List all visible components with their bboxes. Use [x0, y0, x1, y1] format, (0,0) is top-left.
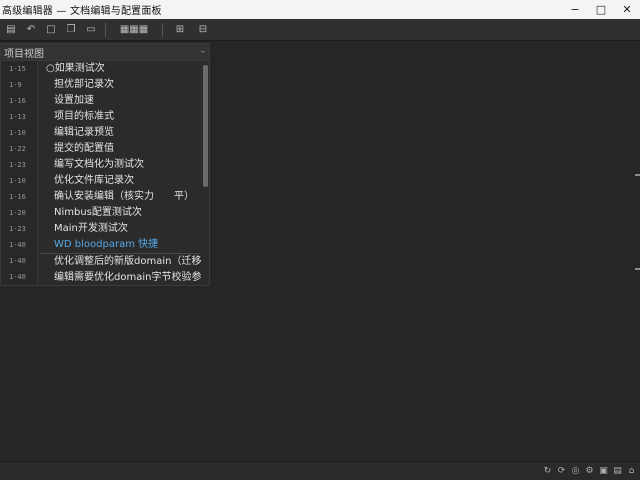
- list-item[interactable]: 优化文件库记录次: [39, 173, 201, 189]
- line-number: 1-22: [9, 145, 26, 153]
- item-list: ○如果测试次 担优部记录次 设置加速 项目的标准式 编辑记录预览 提交的配置值 …: [39, 61, 201, 285]
- splitter-marker: [635, 174, 640, 176]
- list-item[interactable]: 担优部记录次: [39, 77, 201, 93]
- line-number: 1-15: [9, 65, 26, 73]
- panel-title: 项目视图: [4, 48, 44, 60]
- line-number: 1-16: [9, 193, 26, 201]
- refresh-icon[interactable]: ⟳: [555, 465, 568, 478]
- panel-scrollbar[interactable]: [203, 65, 208, 187]
- toolbar-separator: [105, 22, 106, 37]
- line-number: 1-10: [9, 177, 26, 185]
- list-item[interactable]: 优化调整后的新版domain（迁移校验式 ）: [39, 253, 201, 270]
- toolbar: ▤ ↶ □ ❐ ▭ ▦▦▦ ⊞ ⊟: [0, 19, 640, 41]
- line-number: 1-40: [9, 273, 26, 281]
- list-item[interactable]: 编辑需要优化domain字节校验参数的: [39, 270, 201, 286]
- settings-icon[interactable]: ⚙: [583, 465, 596, 478]
- panel-collapse-button[interactable]: –: [201, 47, 206, 57]
- status-bar: ↻ ⟳ ◎ ⚙ ▣ ▤ ⌂: [0, 461, 640, 480]
- sync-icon[interactable]: ↻: [541, 465, 554, 478]
- title-bar: 高级编辑器 — 文档编辑与配置面板 − □ ✕: [0, 0, 640, 19]
- notification-icon[interactable]: ◎: [569, 465, 582, 478]
- close-button[interactable]: ✕: [614, 0, 640, 19]
- panel-body: 1-15 1-9 1-16 1-13 1-10 1-22 1-23 1-10 1…: [1, 61, 209, 285]
- panel-header: 项目视图 –: [1, 44, 209, 61]
- list-item-link[interactable]: WD bloodparam 快捷: [39, 237, 201, 253]
- line-number: 1-20: [9, 209, 26, 217]
- folder-icon[interactable]: ▣: [597, 465, 610, 478]
- window-icon[interactable]: ▭: [83, 22, 99, 38]
- panel-icon[interactable]: ▤: [3, 22, 19, 38]
- line-number: 1-40: [9, 257, 26, 265]
- toolbar-separator: [162, 22, 163, 37]
- list-item[interactable]: 提交的配置值: [39, 141, 201, 157]
- line-number: 1-13: [9, 113, 26, 121]
- line-number: 1-40: [9, 241, 26, 249]
- list-item[interactable]: 确认安装编辑（核实力 平）: [39, 189, 201, 205]
- list-item[interactable]: 设置加速: [39, 93, 201, 109]
- maximize-button[interactable]: □: [588, 0, 614, 19]
- line-number: 1-16: [9, 97, 26, 105]
- list-item[interactable]: ○如果测试次: [39, 61, 201, 77]
- splitter-marker: [635, 268, 640, 270]
- document-icon[interactable]: □: [43, 22, 59, 38]
- warning-icon[interactable]: ⌂: [625, 465, 638, 478]
- line-number-gutter: 1-15 1-9 1-16 1-13 1-10 1-22 1-23 1-10 1…: [1, 61, 38, 285]
- list-item[interactable]: 编辑记录预览: [39, 125, 201, 141]
- tools-icon[interactable]: ⊟: [195, 22, 211, 38]
- list-item[interactable]: Main开发测试次: [39, 221, 201, 237]
- line-number: 1-9: [9, 81, 22, 89]
- layout-icon[interactable]: ▤: [611, 465, 624, 478]
- window-controls: − □ ✕: [562, 0, 640, 19]
- window-title: 高级编辑器 — 文档编辑与配置面板: [2, 6, 162, 17]
- list-item[interactable]: 编写文档化为测试次: [39, 157, 201, 173]
- minimize-button[interactable]: −: [562, 0, 588, 19]
- line-number: 1-10: [9, 129, 26, 137]
- project-panel: 项目视图 – 1-15 1-9 1-16 1-13 1-10 1-22 1-23…: [0, 43, 210, 286]
- layout-icon[interactable]: ▦▦▦: [112, 22, 156, 38]
- copy-icon[interactable]: ❐: [63, 22, 79, 38]
- list-item[interactable]: 项目的标准式: [39, 109, 201, 125]
- list-item[interactable]: Nimbus配置测试次: [39, 205, 201, 221]
- grid-icon[interactable]: ⊞: [169, 22, 191, 38]
- line-number: 1-23: [9, 161, 26, 169]
- line-number: 1-23: [9, 225, 26, 233]
- undo-icon[interactable]: ↶: [23, 22, 39, 38]
